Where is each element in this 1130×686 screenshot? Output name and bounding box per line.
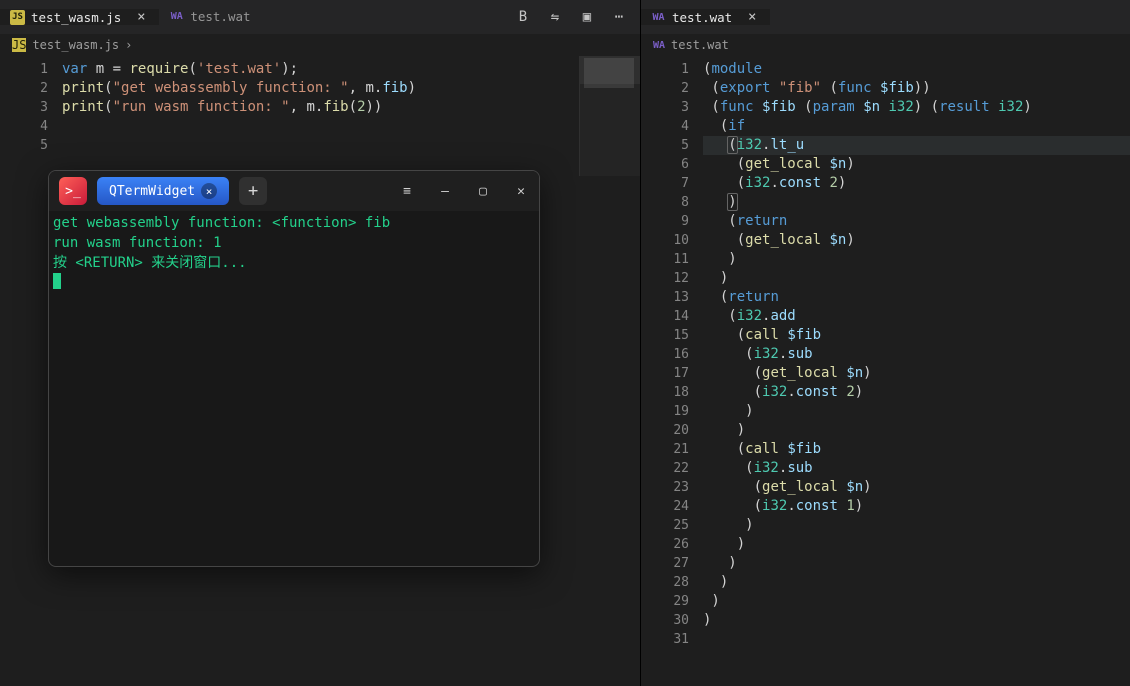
code-line[interactable]: ) [703,402,1130,421]
code-line[interactable]: (call $fib [703,440,1130,459]
code-line[interactable]: ) [703,269,1130,288]
terminal-minimize-icon[interactable]: — [437,184,453,199]
code-line[interactable]: ) [703,554,1130,573]
code-line[interactable]: (module [703,60,1130,79]
code-line[interactable]: ) [703,193,1130,212]
code-line[interactable]: ) [703,573,1130,592]
code-line[interactable] [703,630,1130,649]
code-line[interactable]: ) [703,250,1130,269]
tab-label: test.wat [672,10,732,25]
code-line[interactable]: (return [703,288,1130,307]
terminal-tab-close-icon[interactable]: × [201,183,217,199]
editor-pane-left: JS test_wasm.js × WA test.wat B ⇋ ▣ ⋯ JS tes… [0,0,641,686]
code-area[interactable]: (module (export "fib" (func $fib)) (func… [703,56,1130,686]
tab-close-icon[interactable]: × [744,9,760,25]
code-line[interactable]: (i32.const 2) [703,174,1130,193]
editor-tab[interactable]: JS test_wasm.js × [0,9,159,25]
code-line[interactable]: (i32.add [703,307,1130,326]
editor-pane-right: WA test.wat × WA test.wat 1234567891011121… [641,0,1130,686]
code-line[interactable] [62,117,640,136]
breadcrumb[interactable]: JS test_wasm.js › [0,34,640,56]
tab-label: test_wasm.js [31,10,121,25]
wa-file-icon: WA [651,10,666,25]
terminal-app-icon: >_ [59,177,87,205]
wa-file-icon: WA [169,9,184,24]
breadcrumb[interactable]: WA test.wat [641,34,1130,56]
code-line[interactable]: (call $fib [703,326,1130,345]
wa-file-icon: WA [653,40,665,51]
code-line[interactable]: print("get webassembly function: ", m.fi… [62,79,640,98]
editor-tab[interactable]: WA test.wat [159,9,269,24]
terminal-tab-label: QTermWidget [109,184,195,199]
compare-icon[interactable]: ⇋ [546,9,564,25]
terminal-tab[interactable]: QTermWidget × [97,177,229,205]
code-line[interactable]: (i32.const 1) [703,497,1130,516]
terminal-line: get webassembly function: <function> fib [53,213,531,233]
code-line[interactable]: ) [703,421,1130,440]
code-line[interactable]: (i32.sub [703,459,1130,478]
editor-toolbar: B ⇋ ▣ ⋯ [514,9,640,25]
code-editor-right[interactable]: 1234567891011121314151617181920212223242… [641,56,1130,686]
js-file-icon: JS [10,10,25,25]
minimap[interactable] [579,56,640,176]
code-line[interactable]: (get_local $n) [703,231,1130,250]
tab-close-icon[interactable]: × [133,9,149,25]
code-line[interactable]: (if [703,117,1130,136]
code-line[interactable]: (return [703,212,1130,231]
tab-bar-left: JS test_wasm.js × WA test.wat B ⇋ ▣ ⋯ [0,0,640,34]
code-line[interactable]: (i32.sub [703,345,1130,364]
code-line[interactable]: var m = require('test.wat'); [62,60,640,79]
terminal-window[interactable]: >_ QTermWidget × + ≡ — ▢ ✕ get webassemb… [48,170,540,567]
split-editor-icon[interactable]: ▣ [578,9,596,25]
breadcrumb-file: test_wasm.js [32,38,119,52]
terminal-output[interactable]: get webassembly function: <function> fib… [49,211,539,566]
more-icon[interactable]: ⋯ [610,9,628,25]
code-line[interactable]: (export "fib" (func $fib)) [703,79,1130,98]
terminal-cursor [53,273,61,289]
code-line[interactable]: print("run wasm function: ", m.fib(2)) [62,98,640,117]
code-line[interactable]: ) [703,611,1130,630]
terminal-maximize-icon[interactable]: ▢ [475,184,491,199]
editor-tab[interactable]: WA test.wat × [641,9,770,25]
line-gutter: 1234567891011121314151617181920212223242… [641,56,703,686]
code-line[interactable]: ) [703,535,1130,554]
js-file-icon: JS [12,38,26,52]
terminal-titlebar[interactable]: >_ QTermWidget × + ≡ — ▢ ✕ [49,171,539,211]
breadcrumb-file: test.wat [671,38,729,52]
code-line[interactable]: (i32.const 2) [703,383,1130,402]
tab-bar-right: WA test.wat × [641,0,1130,34]
terminal-close-icon[interactable]: ✕ [513,184,529,199]
code-line[interactable] [62,136,640,155]
code-line[interactable]: ) [703,516,1130,535]
bold-icon[interactable]: B [514,9,532,25]
code-line[interactable]: (i32.lt_u [703,136,1130,155]
terminal-line: run wasm function: 1 [53,233,531,253]
terminal-line: 按 <RETURN> 来关闭窗口... [53,253,531,273]
code-line[interactable]: (get_local $n) [703,364,1130,383]
code-line[interactable]: (func $fib (param $n i32) (result i32) [703,98,1130,117]
breadcrumb-separator: › [125,38,132,52]
tab-label: test.wat [190,9,250,24]
terminal-new-tab-button[interactable]: + [239,177,267,205]
code-line[interactable]: (get_local $n) [703,155,1130,174]
code-line[interactable]: ) [703,592,1130,611]
terminal-menu-icon[interactable]: ≡ [399,184,415,199]
code-line[interactable]: (get_local $n) [703,478,1130,497]
